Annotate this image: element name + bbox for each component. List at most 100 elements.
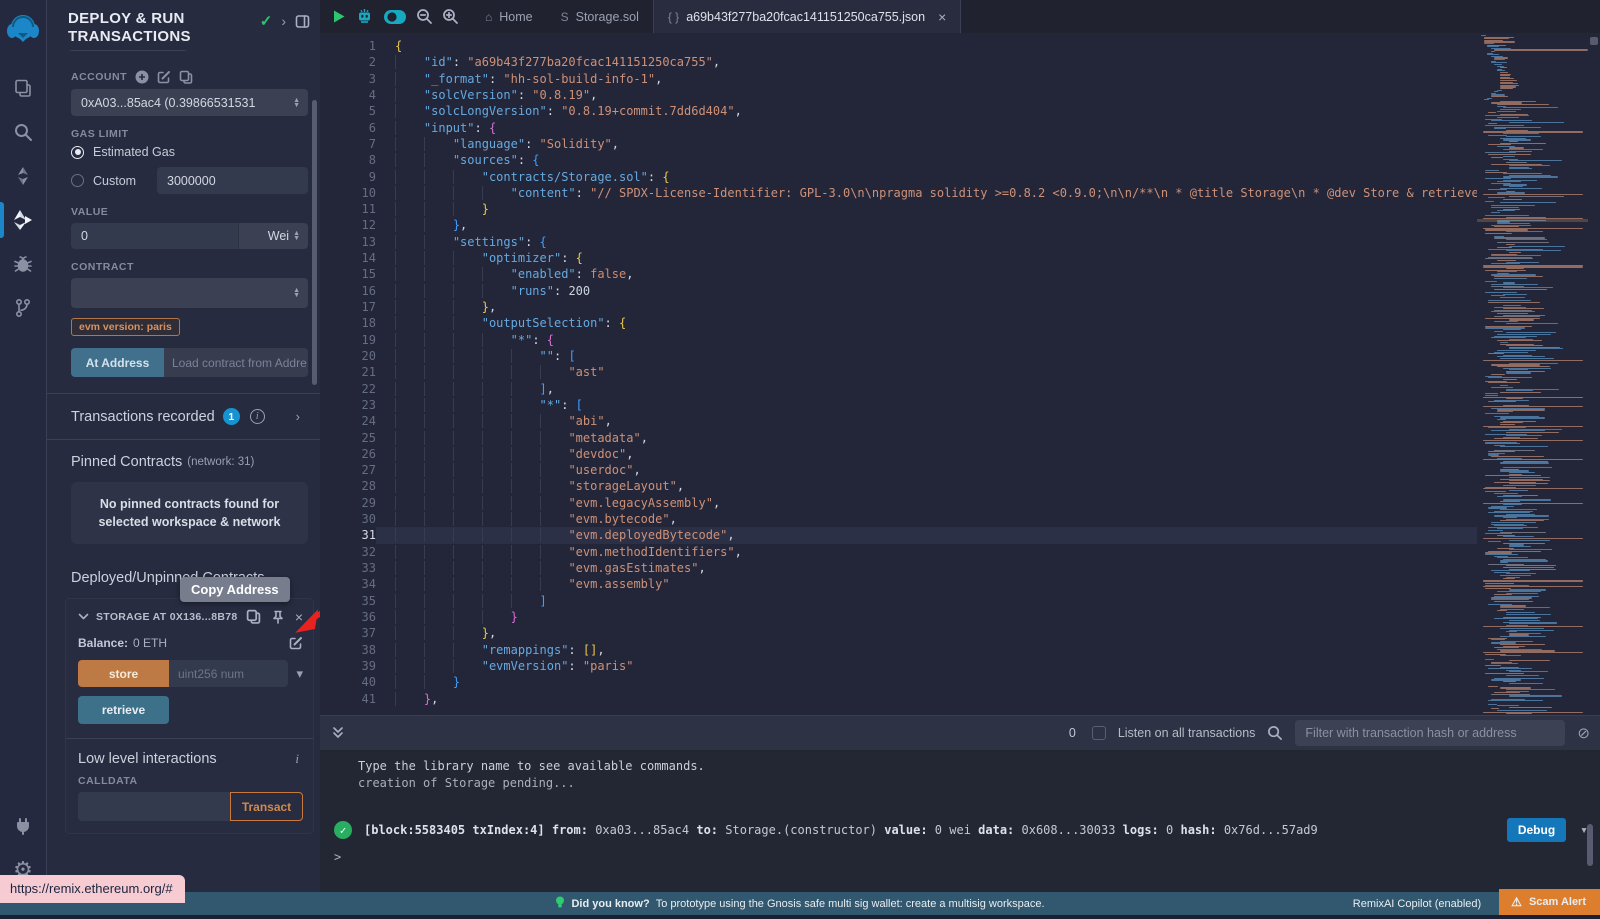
info-icon[interactable]: i	[250, 409, 265, 424]
code-line-22[interactable]: 22 ],	[320, 381, 1477, 397]
expand-store-args-icon[interactable]: ▾	[296, 666, 303, 682]
code-line-31[interactable]: 31 "evm.deployedBytecode",	[320, 527, 1477, 543]
plugin-manager-icon[interactable]	[0, 804, 47, 848]
transactions-expand-icon[interactable]: ›	[296, 409, 300, 424]
code-line-29[interactable]: 29 "evm.legacyAssembly",	[320, 495, 1477, 511]
code-line-3[interactable]: 3 "_format": "hh-sol-build-info-1",	[320, 71, 1477, 87]
zoom-in-icon[interactable]	[442, 8, 459, 25]
ai-assistant-robot-icon[interactable]	[355, 8, 374, 26]
code-line-17[interactable]: 17 },	[320, 299, 1477, 315]
code-line-25[interactable]: 25 "metadata",	[320, 430, 1477, 446]
terminal-output[interactable]: Type the library name to see available c…	[320, 750, 1600, 892]
store-button[interactable]: store	[78, 660, 169, 687]
terminal-expand-icon[interactable]	[332, 726, 344, 740]
code-line-13[interactable]: 13 "settings": {	[320, 234, 1477, 250]
zoom-out-icon[interactable]	[416, 8, 433, 25]
code-line-8[interactable]: 8 "sources": {	[320, 152, 1477, 168]
code-line-11[interactable]: 11 }	[320, 201, 1477, 217]
contract-select-spinner[interactable]: ▲▼	[293, 288, 300, 298]
minimap[interactable]	[1477, 33, 1588, 715]
copilot-toggle-icon[interactable]	[383, 9, 407, 25]
at-address-button[interactable]: At Address	[71, 348, 164, 377]
terminal-search-icon[interactable]	[1267, 725, 1283, 741]
code-line-41[interactable]: 41 },	[320, 691, 1477, 707]
gas-estimated-radio[interactable]	[71, 146, 84, 159]
code-line-21[interactable]: 21 "ast"	[320, 364, 1477, 380]
code-line-1[interactable]: 1{	[320, 38, 1477, 54]
code-line-2[interactable]: 2 "id": "a69b43f277ba20fcac141151250ca75…	[320, 54, 1477, 70]
account-select-spinner[interactable]: ▲▼	[293, 98, 300, 108]
pin-panel-icon[interactable]	[295, 14, 310, 29]
code-line-34[interactable]: 34 "evm.assembly"	[320, 576, 1477, 592]
remix-logo-icon[interactable]	[0, 6, 47, 52]
code-line-35[interactable]: 35 ]	[320, 593, 1477, 609]
transact-button[interactable]: Transact	[230, 792, 303, 821]
deploy-and-run-icon[interactable]	[0, 198, 47, 242]
filter-input[interactable]: Filter with transaction hash or address	[1295, 720, 1565, 746]
copy-account-icon[interactable]	[179, 70, 193, 84]
low-level-info-icon[interactable]: i	[295, 751, 299, 767]
tab-a69b43f277ba20fcac141151250ca755-json[interactable]: { }a69b43f277ba20fcac141151250ca755.json…	[653, 0, 961, 33]
code-line-18[interactable]: 18 "outputSelection": {	[320, 315, 1477, 331]
code-line-30[interactable]: 30 "evm.bytecode",	[320, 511, 1477, 527]
code-line-24[interactable]: 24 "abi",	[320, 413, 1477, 429]
code-line-23[interactable]: 23 "*": [	[320, 397, 1477, 413]
transaction-log-row[interactable]: ✓ [block:5583405 txIndex:4] from: 0xa03.…	[320, 818, 1600, 842]
solidity-compiler-icon[interactable]	[0, 154, 47, 198]
clear-console-icon[interactable]: ⊘	[1577, 724, 1590, 742]
git-icon[interactable]	[0, 286, 47, 330]
value-unit-select[interactable]: Wei ▲▼	[238, 223, 308, 249]
scam-alert-badge[interactable]: ⚠ Scam Alert	[1499, 889, 1600, 915]
code-line-39[interactable]: 39 "evmVersion": "paris"	[320, 658, 1477, 674]
code-line-27[interactable]: 27 "userdoc",	[320, 462, 1477, 478]
value-input[interactable]: 0	[71, 223, 238, 249]
code-area[interactable]: 1{2 "id": "a69b43f277ba20fcac141151250ca…	[320, 33, 1477, 715]
code-line-33[interactable]: 33 "evm.gasEstimates",	[320, 560, 1477, 576]
terminal-scrollbar-thumb[interactable]	[1587, 824, 1593, 866]
gas-custom-radio[interactable]	[71, 174, 84, 187]
code-line-6[interactable]: 6 "input": {	[320, 120, 1477, 136]
gas-custom-input[interactable]: 3000000	[157, 167, 308, 194]
at-address-input[interactable]: Load contract from Addre	[164, 348, 308, 377]
listen-checkbox[interactable]	[1092, 726, 1106, 740]
code-line-7[interactable]: 7 "language": "Solidity",	[320, 136, 1477, 152]
file-explorer-icon[interactable]	[0, 66, 47, 110]
close-tab-icon[interactable]: ×	[938, 9, 946, 25]
debugger-icon[interactable]	[0, 242, 47, 286]
terminal-prompt[interactable]: >	[334, 850, 341, 864]
retrieve-button[interactable]: retrieve	[78, 696, 169, 724]
account-select[interactable]: 0xA03...85ac4 (0.39866531531 ▲▼	[71, 89, 308, 116]
panel-scrollbar[interactable]	[312, 100, 317, 385]
editor-scrollbar-thumb[interactable]	[1590, 37, 1598, 45]
debug-button[interactable]: Debug	[1507, 818, 1566, 842]
contract-card-header[interactable]: STORAGE AT 0X136...8B78 ×	[78, 609, 303, 624]
tab-storage-sol[interactable]: SStorage.sol	[547, 0, 653, 33]
panel-expand-icon[interactable]: ›	[281, 13, 286, 29]
add-account-icon[interactable]	[135, 70, 149, 84]
code-line-5[interactable]: 5 "solcLongVersion": "0.8.19+commit.7dd6…	[320, 103, 1477, 119]
code-line-20[interactable]: 20 "": [	[320, 348, 1477, 364]
code-line-10[interactable]: 10 "content": "// SPDX-License-Identifie…	[320, 185, 1477, 201]
pin-contract-icon[interactable]	[271, 610, 285, 624]
search-icon[interactable]	[0, 110, 47, 154]
remove-contract-icon[interactable]: ×	[295, 612, 303, 622]
edit-account-icon[interactable]	[157, 70, 171, 84]
editor-scrollbar[interactable]	[1588, 33, 1600, 715]
code-line-26[interactable]: 26 "devdoc",	[320, 446, 1477, 462]
code-line-4[interactable]: 4 "solcVersion": "0.8.19",	[320, 87, 1477, 103]
gas-estimated-radio-row[interactable]: Estimated Gas	[71, 145, 308, 159]
code-line-12[interactable]: 12 },	[320, 217, 1477, 233]
contract-select[interactable]: ▲▼	[71, 278, 308, 308]
code-line-15[interactable]: 15 "enabled": false,	[320, 266, 1477, 282]
store-input[interactable]: uint256 num	[169, 660, 288, 687]
code-line-28[interactable]: 28 "storageLayout",	[320, 478, 1477, 494]
tab-home[interactable]: ⌂Home	[471, 0, 547, 33]
code-line-16[interactable]: 16 "runs": 200	[320, 283, 1477, 299]
run-script-play-icon[interactable]	[332, 9, 346, 24]
code-line-19[interactable]: 19 "*": {	[320, 332, 1477, 348]
code-line-9[interactable]: 9 "contracts/Storage.sol": {	[320, 169, 1477, 185]
collapse-contract-icon[interactable]	[78, 611, 89, 622]
calldata-input[interactable]	[78, 792, 230, 821]
code-line-14[interactable]: 14 "optimizer": {	[320, 250, 1477, 266]
code-line-32[interactable]: 32 "evm.methodIdentifiers",	[320, 544, 1477, 560]
